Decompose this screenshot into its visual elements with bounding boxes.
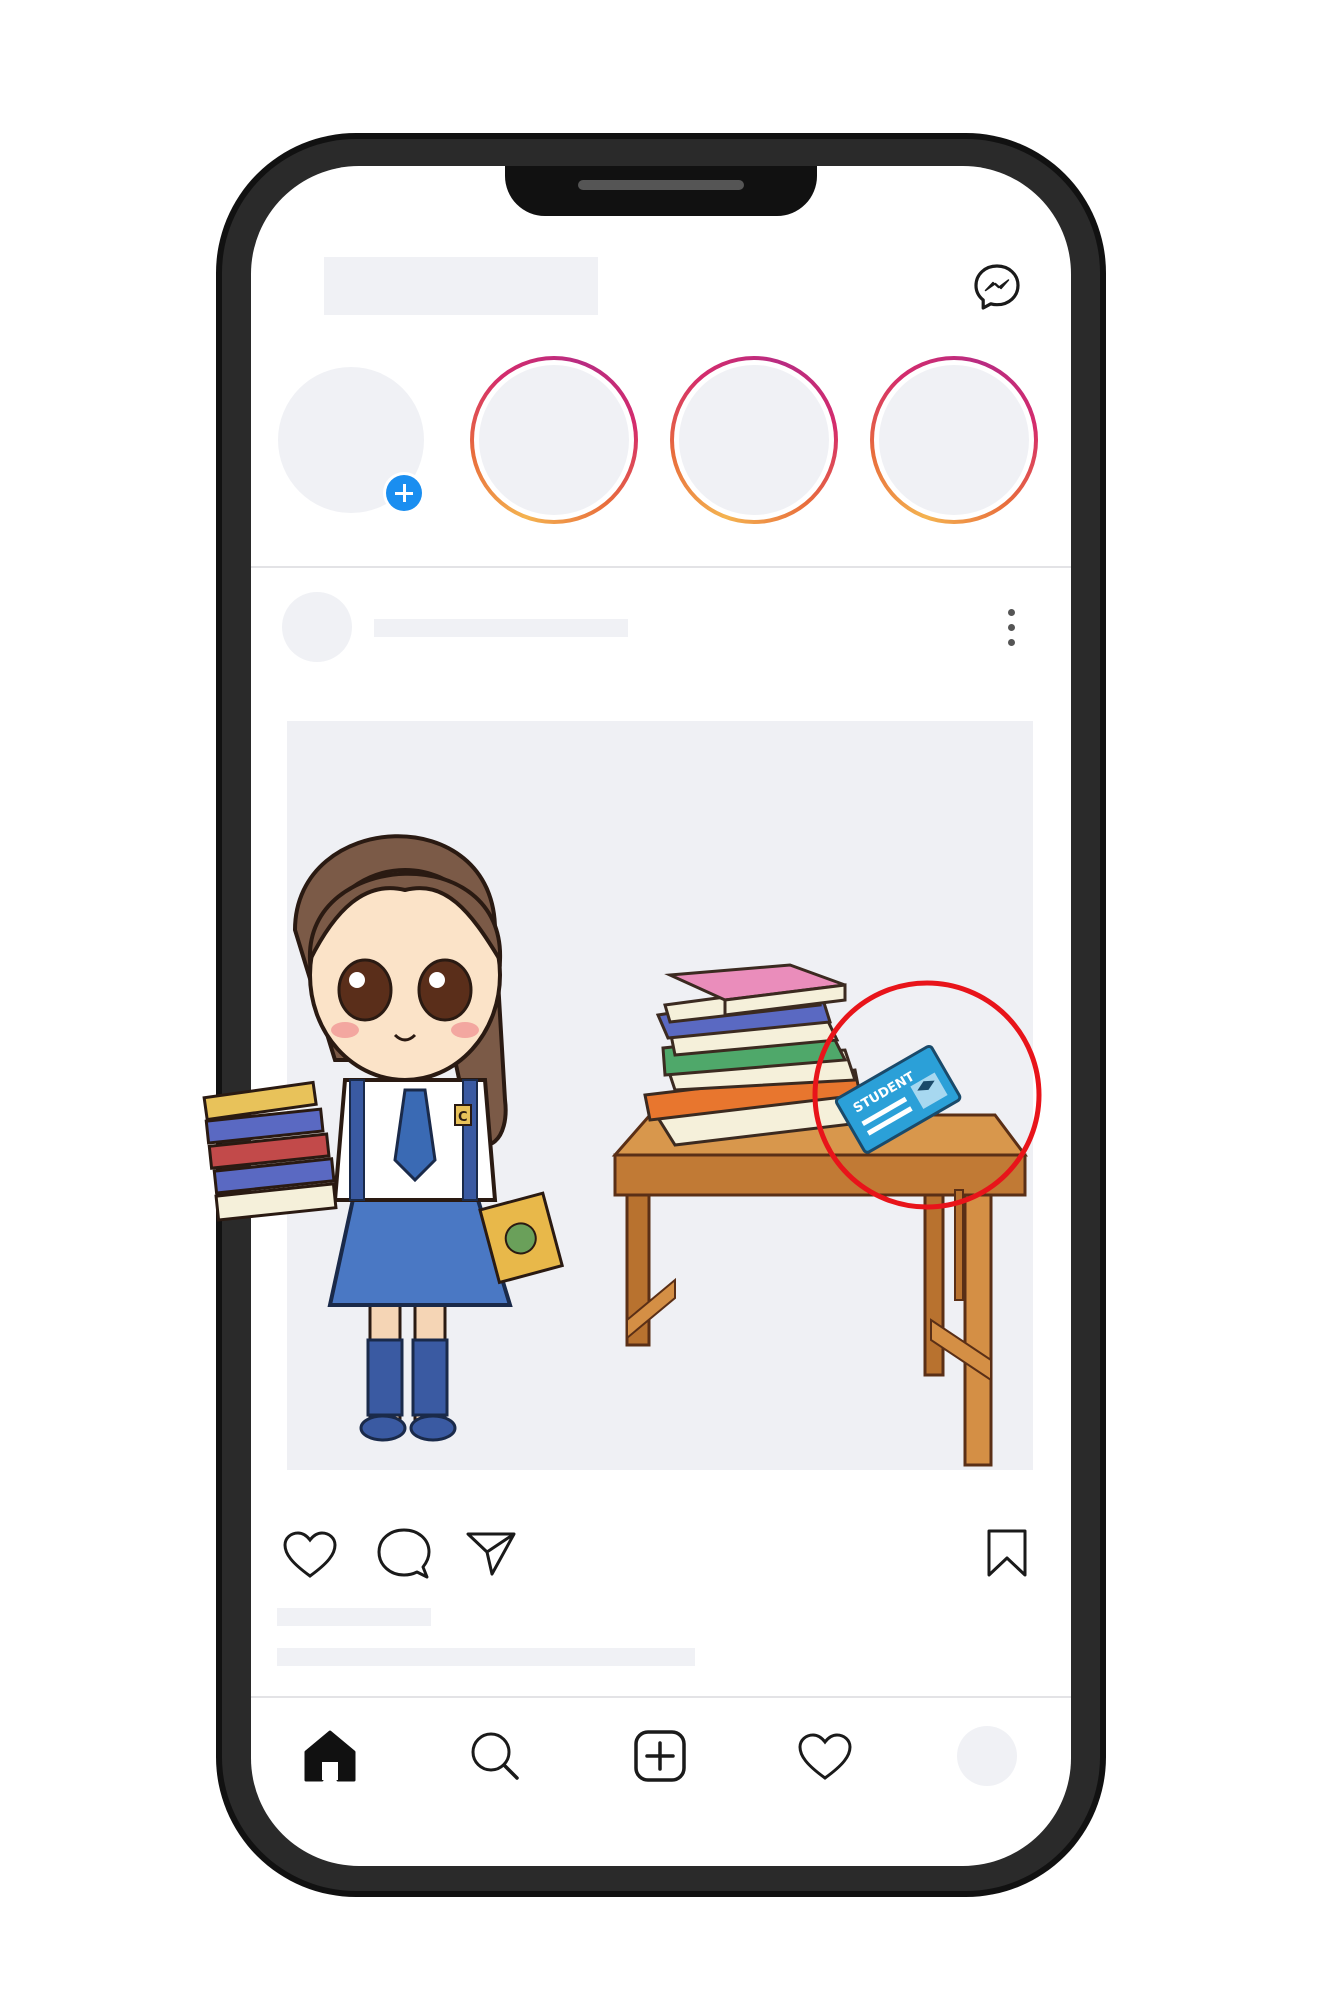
page: STUDENT C — [0, 0, 1332, 1993]
bookmark-icon[interactable] — [986, 1528, 1028, 1578]
schoolgirl: C — [202, 834, 565, 1442]
story-item[interactable] — [470, 356, 638, 524]
phone-speaker — [578, 180, 744, 190]
search-icon[interactable] — [467, 1728, 523, 1784]
story-item[interactable] — [870, 356, 1038, 524]
activity-heart-icon[interactable] — [797, 1728, 853, 1784]
heart-icon[interactable] — [282, 1530, 338, 1580]
bottom-nav-divider — [251, 1696, 1071, 1698]
profile-avatar[interactable] — [957, 1726, 1017, 1786]
send-icon[interactable] — [466, 1530, 516, 1576]
home-icon[interactable] — [302, 1728, 358, 1784]
messenger-icon[interactable] — [972, 262, 1022, 312]
held-books — [202, 1080, 338, 1222]
plus-icon — [386, 475, 422, 511]
stories-divider — [251, 566, 1071, 568]
caption-placeholder — [277, 1648, 695, 1666]
more-vertical-icon[interactable] — [1002, 607, 1022, 649]
likes-count-placeholder[interactable] — [277, 1608, 431, 1626]
add-story-button[interactable] — [383, 472, 425, 514]
new-post-icon[interactable] — [632, 1728, 688, 1784]
comment-icon[interactable] — [377, 1528, 431, 1582]
post-author-avatar[interactable] — [282, 592, 352, 662]
app-logo-placeholder — [324, 257, 598, 315]
story-item[interactable] — [670, 356, 838, 524]
table — [611, 1113, 1028, 1467]
book-letter: C — [458, 1110, 468, 1125]
post-author-name-placeholder[interactable] — [374, 619, 628, 637]
phone-notch — [505, 166, 817, 216]
post-illustration: STUDENT C — [202, 834, 1042, 1467]
